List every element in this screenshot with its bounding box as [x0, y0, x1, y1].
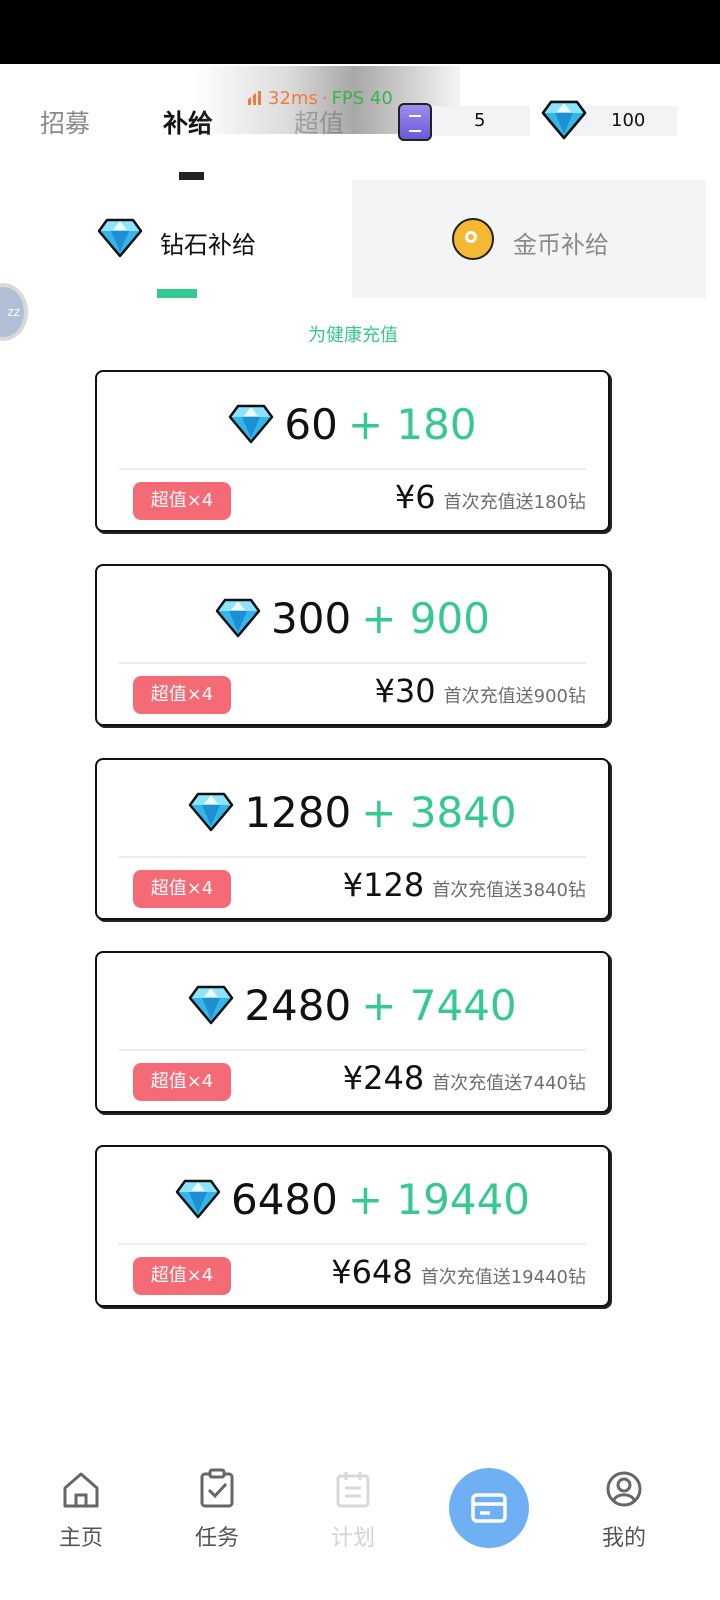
package-card[interactable]: 1280 + 3840 超值×4 ¥128 首次充值送3840钻: [95, 758, 610, 920]
package-price: ¥128: [342, 866, 425, 904]
package-price: ¥30: [374, 672, 436, 710]
plan-icon: [336, 1472, 370, 1508]
package-bonus: + 19440: [347, 1174, 531, 1224]
package-price: ¥248: [342, 1059, 425, 1097]
diamond-icon: [215, 598, 261, 638]
home-icon: [63, 1472, 99, 1508]
package-card[interactable]: 60 + 180 超值×4 ¥6 首次充值送180钻: [95, 370, 610, 532]
divider: [119, 1049, 586, 1051]
diamond-icon: [175, 1179, 221, 1219]
fps-readout: 32ms · FPS 40: [248, 88, 393, 109]
package-bonus: + 7440: [361, 980, 517, 1030]
package-card[interactable]: 300 + 900 超值×4 ¥30 首次充值送900钻: [95, 564, 610, 726]
divider: [119, 856, 586, 858]
package-note: 首次充值送900钻: [443, 686, 586, 707]
value-badge: 超值×4: [133, 1063, 231, 1101]
task-icon: [200, 1468, 234, 1508]
package-amount-row: 60 + 180: [97, 396, 608, 452]
package-amount-row: 1280 + 3840: [97, 784, 608, 840]
bottom-nav: 主页 任务 计划 我的: [0, 1460, 706, 1600]
signal-icon: [248, 91, 262, 105]
diamond-icon: [541, 100, 587, 140]
package-amount-row: 2480 + 7440: [97, 977, 608, 1033]
nav-task-label: 任务: [194, 1526, 239, 1551]
package-amount: 2480: [244, 980, 352, 1030]
value-badge: 超值×4: [133, 1257, 231, 1295]
subtab-diamond-label: 钻石补给: [160, 231, 256, 259]
package-bonus: + 180: [347, 399, 477, 449]
profile-icon: [606, 1471, 642, 1507]
package-note: 首次充值送3840钻: [432, 880, 586, 901]
tagline: 为健康充值: [308, 325, 398, 346]
diamond-icon: [189, 792, 234, 832]
subtab-active-indicator: [157, 289, 197, 298]
subtab-coin-label: 金币补给: [513, 231, 609, 259]
coin-icon: [452, 218, 494, 260]
value-badge: 超值×4: [133, 870, 231, 908]
value-badge: 超值×4: [133, 676, 231, 714]
package-amount: 6480: [230, 1174, 338, 1224]
active-tab-indicator: [179, 172, 204, 180]
diamond-count: 100: [611, 110, 646, 131]
package-card[interactable]: 2480 + 7440 超值×4 ¥248 首次充值送7440钻: [95, 951, 610, 1113]
package-card[interactable]: 6480 + 19440 超值×4 ¥648 首次充值送19440钻: [95, 1145, 610, 1307]
divider: [119, 468, 586, 470]
divider: [119, 662, 586, 664]
package-price: ¥648: [331, 1253, 413, 1291]
package-amount: 1280: [244, 787, 352, 837]
nav-plan-label: 计划: [330, 1526, 375, 1551]
package-note: 首次充值送7440钻: [432, 1073, 586, 1094]
package-bonus: + 3840: [361, 787, 517, 837]
diamond-icon: [97, 218, 143, 258]
package-note: 首次充值送180钻: [443, 492, 586, 513]
latency-text: 32ms: [268, 88, 318, 109]
divider: [119, 1243, 586, 1245]
nav-profile-label: 我的: [601, 1526, 646, 1551]
status-bar: [0, 0, 720, 64]
package-amount: 60: [284, 399, 338, 449]
ticket-icon: [398, 103, 432, 141]
value-badge: 超值×4: [133, 482, 231, 520]
fps-text: FPS 40: [331, 88, 393, 109]
card-icon: [471, 1493, 507, 1523]
diamond-icon: [229, 404, 274, 444]
diamond-icon: [189, 985, 234, 1025]
package-amount-row: 300 + 900: [97, 590, 608, 646]
nav-home-label: 主页: [58, 1526, 103, 1551]
package-note: 首次充值送19440钻: [420, 1267, 586, 1288]
package-price: ¥6: [394, 478, 436, 516]
package-amount: 300: [271, 593, 352, 643]
tab-recruit[interactable]: 招募: [40, 104, 90, 140]
package-bonus: + 900: [361, 593, 490, 643]
ticket-count: 5: [474, 110, 486, 131]
nav-recharge[interactable]: [449, 1468, 529, 1548]
package-amount-row: 6480 + 19440: [97, 1171, 608, 1227]
